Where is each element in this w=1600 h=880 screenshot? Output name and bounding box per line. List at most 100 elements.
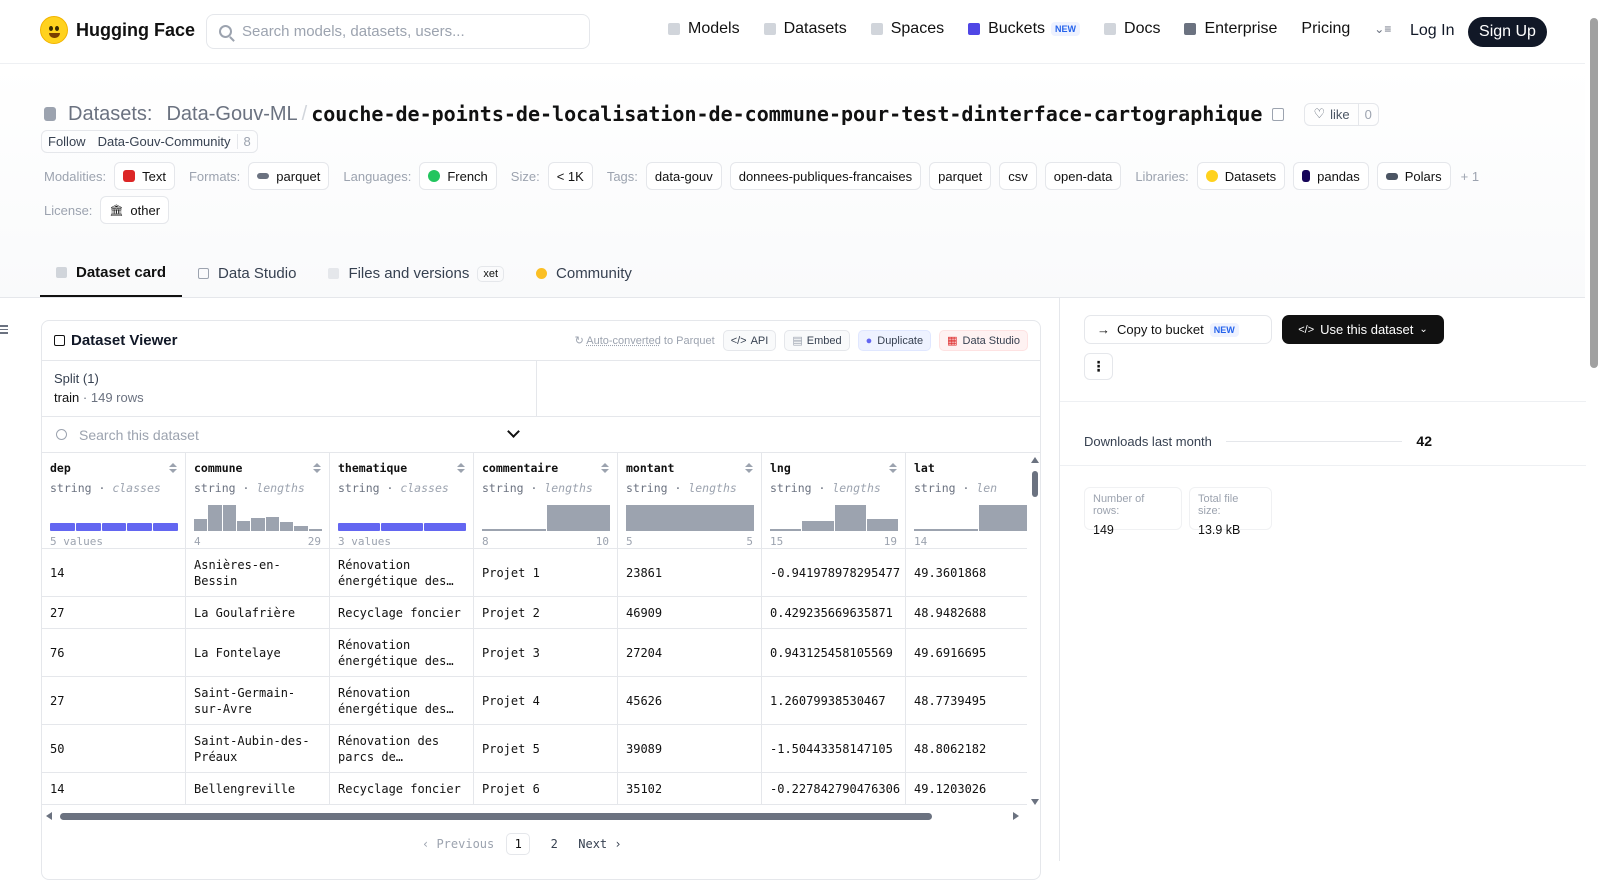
embed-button[interactable]: ▤ Embed (784, 330, 850, 351)
class-bar[interactable] (101, 523, 127, 531)
column-histogram[interactable] (482, 503, 610, 531)
histogram-bar[interactable] (279, 521, 294, 531)
histogram-bar[interactable] (194, 519, 208, 531)
tag-item[interactable]: parquet (929, 162, 992, 190)
nav-pricing[interactable]: Pricing (1301, 20, 1350, 38)
follow-button[interactable]: Follow Data-Gouv-Community 8 (41, 130, 258, 153)
sort-icon[interactable] (169, 463, 177, 473)
libraries-more[interactable]: + 1 (1461, 169, 1479, 184)
column-histogram[interactable] (914, 503, 1027, 531)
column-header[interactable]: lng string · lengths 15 19 (762, 453, 905, 549)
split-selector[interactable]: Split (1) train · 149 rows (42, 361, 537, 438)
tab-files[interactable]: Files and versions xet (312, 250, 520, 297)
table-cell[interactable]: 48.7739495 (906, 677, 1027, 725)
page-scroll-thumb[interactable] (1590, 18, 1598, 368)
histogram-bar[interactable] (914, 529, 978, 531)
table-cell[interactable]: Projet 5 (474, 725, 618, 773)
table-cell[interactable]: -1.50443358147105 (762, 725, 906, 773)
table-cell[interactable]: Asnières-en-Bessin (186, 549, 330, 597)
table-cell[interactable]: La Goulafrière (186, 597, 330, 629)
class-bar[interactable] (127, 523, 153, 531)
table-cell[interactable]: 23861 (618, 549, 762, 597)
table-cell[interactable]: 49.1203026 (906, 773, 1027, 805)
table-cell[interactable]: 35102 (618, 773, 762, 805)
table-cell[interactable]: Saint-Aubin-des-Préaux (186, 725, 330, 773)
histogram-bar[interactable] (802, 520, 834, 531)
table-cell[interactable]: 0.943125458105569 (762, 629, 906, 677)
table-cell[interactable]: Projet 3 (474, 629, 618, 677)
table-cell[interactable]: -0.227842790476306 (762, 773, 906, 805)
modality-tag[interactable]: Text (114, 162, 175, 190)
sort-icon[interactable] (313, 463, 321, 473)
table-cell[interactable]: Saint-Germain-sur-Avre (186, 677, 330, 725)
table-cell[interactable]: 14 (42, 773, 186, 805)
copy-to-bucket-button[interactable]: → Copy to bucket NEW (1084, 315, 1272, 344)
table-cell[interactable]: Rénovation énergétique des… (330, 677, 474, 725)
scroll-down-icon[interactable] (1031, 799, 1039, 805)
tag-item[interactable]: open-data (1044, 162, 1122, 190)
column-header[interactable]: dep string · classes 5 values (42, 453, 185, 549)
histogram-bar[interactable] (308, 528, 322, 531)
histogram-bar[interactable] (251, 518, 265, 531)
column-header[interactable]: lat string · len 14 (906, 453, 1027, 549)
histogram-bar[interactable] (294, 526, 308, 531)
histogram-bar[interactable] (236, 520, 251, 531)
horizontal-scrollbar[interactable] (42, 809, 1027, 823)
class-bar[interactable] (50, 523, 75, 531)
column-header[interactable]: commentaire string · lengths 8 10 (474, 453, 617, 549)
brand-logo[interactable]: Hugging Face (40, 16, 195, 44)
sort-icon[interactable] (889, 463, 897, 473)
histogram-bar[interactable] (265, 516, 279, 531)
table-cell[interactable]: Recyclage foncier (330, 597, 474, 629)
auto-converted-link[interactable]: Auto-converted (586, 335, 661, 347)
login-link[interactable]: Log In (1410, 22, 1454, 40)
page-2[interactable]: 2 (542, 833, 566, 855)
table-cell[interactable]: Rénovation énergétique des… (330, 549, 474, 597)
copy-icon[interactable] (1272, 107, 1285, 121)
column-histogram[interactable] (50, 503, 178, 531)
tab-data-studio[interactable]: Data Studio (182, 250, 312, 297)
table-cell[interactable]: 50 (42, 725, 186, 773)
nav-docs[interactable]: Docs (1104, 20, 1160, 38)
table-cell[interactable]: 49.6916695 (906, 629, 1027, 677)
class-bar[interactable] (424, 523, 466, 531)
scroll-thumb[interactable] (1032, 471, 1038, 497)
size-tag[interactable]: < 1K (547, 162, 593, 190)
table-cell[interactable]: 45626 (618, 677, 762, 725)
page-scrollbar[interactable] (1588, 0, 1600, 861)
table-cell[interactable]: 27 (42, 677, 186, 725)
table-cell[interactable]: 14 (42, 549, 186, 597)
table-cell[interactable]: 46909 (618, 597, 762, 629)
tab-community[interactable]: Community (520, 250, 648, 297)
tag-item[interactable]: donnees-publiques-francaises (729, 162, 922, 190)
library-tag[interactable]: pandas (1293, 162, 1369, 190)
table-cell[interactable]: Projet 2 (474, 597, 618, 629)
class-bar[interactable] (338, 523, 380, 531)
sort-icon[interactable] (457, 463, 465, 473)
scroll-left-icon[interactable] (46, 812, 52, 820)
column-histogram[interactable] (338, 503, 466, 531)
column-histogram[interactable] (626, 503, 754, 531)
auto-converted-note[interactable]: ↻ Auto-converted to Parquet (575, 334, 715, 347)
table-cell[interactable]: Rénovation des parcs de… (330, 725, 474, 773)
data-studio-button[interactable]: ▦ Data Studio (939, 330, 1028, 351)
sort-icon[interactable] (601, 463, 609, 473)
scroll-up-icon[interactable] (1031, 457, 1039, 463)
table-cell[interactable]: Rénovation énergétique des… (330, 629, 474, 677)
table-cell[interactable]: 27204 (618, 629, 762, 677)
nav-buckets[interactable]: Buckets NEW (968, 20, 1081, 38)
table-cell[interactable]: Projet 1 (474, 549, 618, 597)
table-cell[interactable]: 0.429235669635871 (762, 597, 906, 629)
column-histogram[interactable] (770, 503, 898, 531)
dataset-name[interactable]: couche-de-points-de-localisation-de-comm… (311, 102, 1262, 126)
signup-button[interactable]: Sign Up (1468, 17, 1547, 47)
dataset-search-input[interactable]: Search this dataset (42, 417, 1040, 453)
table-cell[interactable]: Projet 6 (474, 773, 618, 805)
tab-dataset-card[interactable]: Dataset card (40, 250, 183, 297)
table-cell[interactable]: 76 (42, 629, 186, 677)
language-tag[interactable]: French (419, 162, 497, 190)
nav-enterprise[interactable]: Enterprise (1184, 20, 1277, 38)
table-cell[interactable]: Recyclage foncier (330, 773, 474, 805)
license-tag[interactable]: 🏛 other (100, 196, 170, 224)
library-tag[interactable]: Polars (1376, 162, 1451, 190)
